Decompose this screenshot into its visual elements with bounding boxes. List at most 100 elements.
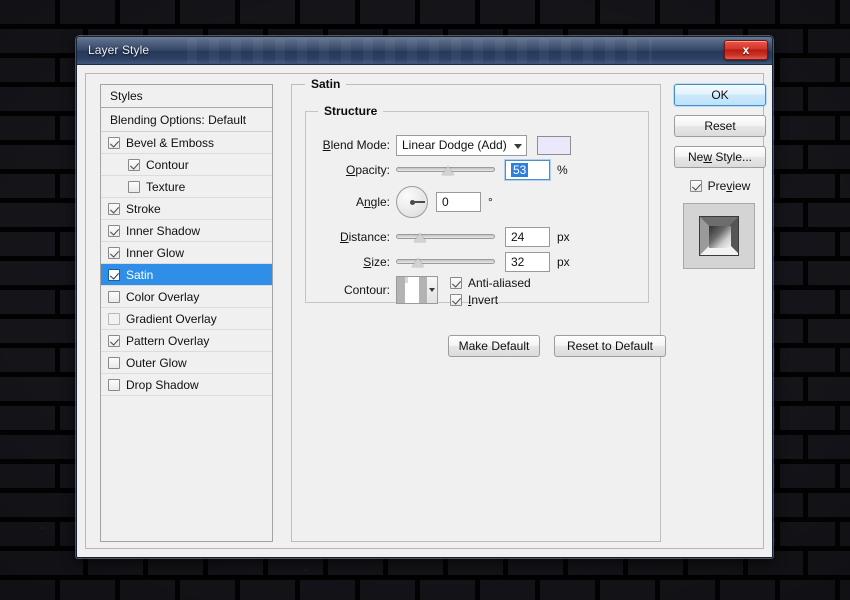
structure-group: Structure Blend Mode: Linear Dodge (Add)… (305, 104, 649, 307)
checkbox-icon[interactable] (128, 158, 140, 171)
size-unit: px (557, 255, 570, 269)
contour-preview-icon (397, 277, 427, 303)
checkbox-icon[interactable] (108, 290, 120, 303)
size-slider[interactable] (396, 253, 495, 271)
invert-checkbox[interactable]: Invert (450, 293, 531, 307)
blend-mode-value: Linear Dodge (Add) (402, 137, 507, 152)
style-row-inner-shadow[interactable]: Inner Shadow (101, 220, 272, 242)
style-row-label: Drop Shadow (126, 377, 199, 392)
checkbox-icon[interactable] (108, 246, 120, 259)
checkbox-icon[interactable] (108, 312, 120, 325)
size-label: Size: (363, 255, 390, 269)
opacity-value: 53 (511, 163, 529, 177)
style-row-pattern-overlay[interactable]: Pattern Overlay (101, 330, 272, 352)
size-input[interactable]: 32 (505, 252, 550, 272)
dialog-title: Layer Style (88, 43, 150, 57)
style-row-label: Pattern Overlay (126, 333, 210, 348)
checkbox-icon[interactable] (108, 268, 120, 281)
style-row-stroke[interactable]: Stroke (101, 198, 272, 220)
style-row-label: Texture (146, 179, 186, 194)
style-row-drop-shadow[interactable]: Drop Shadow (101, 374, 272, 396)
preview-label: Preview (707, 179, 751, 193)
style-row-bevel-emboss[interactable]: Bevel & Emboss (101, 132, 272, 154)
distance-input[interactable]: 24 (505, 227, 550, 247)
style-row-outer-glow[interactable]: Outer Glow (101, 352, 272, 374)
blend-color-swatch[interactable] (537, 135, 571, 155)
dialog-body: Styles Blending Options: Default Bevel &… (77, 65, 772, 557)
style-preview-thumbnail (683, 203, 755, 269)
contour-right-band (419, 277, 427, 303)
reset-button[interactable]: Reset (674, 115, 766, 137)
angle-input[interactable]: 0 (436, 192, 481, 212)
checkbox-icon[interactable] (108, 202, 120, 215)
distance-row: Distance: 24 px (306, 226, 570, 248)
style-row-label: Contour (146, 157, 189, 172)
opacity-slider-thumb[interactable] (442, 166, 455, 175)
anti-aliased-label: Anti-aliased (468, 276, 531, 290)
blend-mode-label: Blend Mode: (322, 138, 390, 152)
style-row-color-overlay[interactable]: Color Overlay (101, 286, 272, 308)
opacity-unit: % (557, 163, 568, 177)
distance-label: Distance: (339, 230, 390, 244)
preview-satin-core (709, 226, 731, 248)
blend-mode-select[interactable]: Linear Dodge (Add) (396, 134, 527, 156)
dialog-titlebar[interactable]: Layer Style x (77, 37, 772, 65)
checkbox-icon[interactable] (108, 224, 120, 237)
opacity-slider[interactable] (396, 161, 495, 179)
style-row-texture[interactable]: Texture (101, 176, 272, 198)
style-row-gradient-overlay[interactable]: Gradient Overlay (101, 308, 272, 330)
contour-dropdown-button[interactable] (426, 277, 437, 303)
distance-slider-thumb[interactable] (413, 233, 426, 242)
contour-options: Anti-aliased Invert (450, 276, 531, 310)
titlebar-gloss (77, 37, 772, 51)
blending-options-item[interactable]: Blending Options: Default (101, 108, 272, 132)
contour-label: Contour: (343, 283, 390, 297)
distance-slider-track (396, 234, 495, 239)
style-row-label: Color Overlay (126, 289, 200, 304)
checkbox-icon[interactable] (108, 334, 120, 347)
preview-checkbox[interactable]: Preview (674, 179, 766, 193)
angle-dial-hub (409, 199, 415, 205)
new-style-button[interactable]: New Style... (674, 146, 766, 168)
checkbox-icon[interactable] (108, 378, 120, 391)
contour-left-band (397, 277, 405, 303)
dialog-action-buttons: OK Reset New Style... Preview (674, 84, 766, 269)
structure-group-title: Structure (318, 104, 384, 118)
preview-bevel-shape (699, 216, 739, 256)
size-slider-thumb[interactable] (411, 258, 424, 267)
style-row-inner-glow[interactable]: Inner Glow (101, 242, 272, 264)
styles-list: Bevel & Emboss Contour Texture Stroke Inner … (101, 132, 272, 396)
layer-style-dialog: Layer Style x Styles Blending Options: D… (76, 36, 773, 558)
style-row-label: Satin (126, 267, 154, 282)
checkbox-icon (450, 277, 462, 289)
reset-to-default-button[interactable]: Reset to Default (554, 335, 666, 357)
styles-list-panel: Styles Blending Options: Default Bevel &… (100, 84, 273, 542)
satin-group-title: Satin (305, 77, 347, 91)
chevron-down-icon (429, 288, 436, 292)
distance-slider[interactable] (396, 228, 495, 246)
checkbox-icon[interactable] (108, 136, 120, 149)
checkbox-icon[interactable] (108, 356, 120, 369)
chevron-down-icon (514, 143, 522, 149)
opacity-row: Opacity: 53 % (306, 159, 568, 181)
style-row-satin[interactable]: Satin (101, 264, 272, 286)
style-row-contour[interactable]: Contour (101, 154, 272, 176)
checkbox-icon (689, 180, 702, 192)
style-row-label: Gradient Overlay (126, 311, 217, 326)
blend-mode-row: Blend Mode: Linear Dodge (Add) (306, 134, 571, 156)
close-button[interactable]: x (724, 40, 768, 60)
style-row-label: Inner Shadow (126, 223, 201, 238)
contour-picker[interactable] (396, 276, 438, 304)
satin-group: Satin Structure Blend Mode: Linear Dodge… (291, 77, 666, 542)
angle-unit: ° (488, 195, 493, 209)
angle-label: Angle: (355, 195, 390, 209)
anti-aliased-checkbox[interactable]: Anti-aliased (450, 276, 531, 290)
size-row: Size: 32 px (306, 251, 570, 273)
ok-button[interactable]: OK (674, 84, 766, 106)
make-default-button[interactable]: Make Default (448, 335, 540, 357)
opacity-input[interactable]: 53 (505, 160, 550, 180)
contour-row: Contour: Anti-aliased Invert (306, 276, 531, 307)
distance-unit: px (557, 230, 570, 244)
angle-dial[interactable] (396, 186, 428, 218)
checkbox-icon[interactable] (128, 180, 140, 193)
